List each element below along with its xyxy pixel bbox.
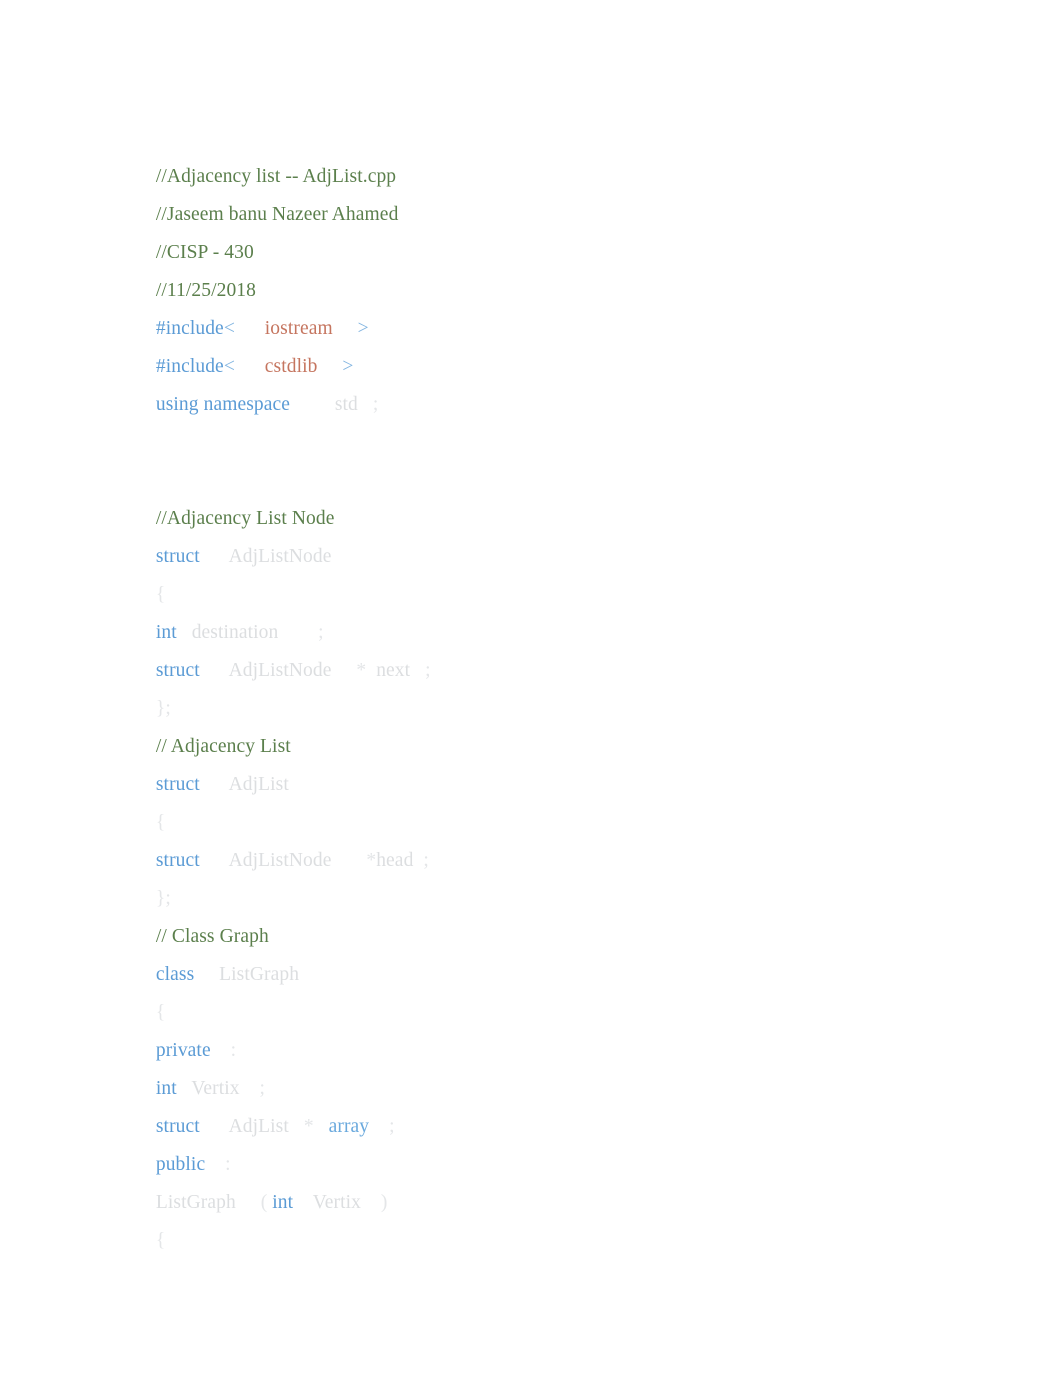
keyword-struct: struct	[155, 1116, 200, 1137]
code-line-int-destination: int destination ;	[126, 576, 986, 643]
code-line-comment-title: //Adjacency list -- AdjList.cpp	[126, 120, 986, 187]
angle-open: <	[223, 318, 235, 339]
type-name: AdjListNode	[228, 546, 332, 567]
pointer-star: *	[366, 850, 377, 871]
code-line-struct-head-pointer: struct AdjListNode *head ;	[126, 804, 986, 871]
brace-open: {	[155, 1002, 166, 1023]
keyword-private: private	[155, 1040, 211, 1061]
keyword-struct: struct	[155, 660, 200, 681]
keyword-struct: struct	[155, 774, 200, 795]
document-page: //Adjacency list -- AdjList.cpp //Jaseem…	[0, 0, 1062, 1377]
keyword-int: int	[155, 622, 177, 643]
semicolon: ;	[259, 1078, 266, 1099]
semicolon: ;	[372, 394, 379, 415]
brace-open: {	[155, 584, 166, 605]
header-name: cstdlib	[264, 356, 318, 377]
comment-text: // Adjacency List	[155, 736, 291, 757]
preprocessor-directive: #include	[155, 318, 224, 339]
member-array: array	[328, 1116, 370, 1137]
preprocessor-directive: #include	[155, 356, 224, 377]
member-head: head	[376, 850, 414, 871]
keyword-struct: struct	[155, 546, 200, 567]
angle-close: >	[357, 318, 369, 339]
code-line-comment-adjlistnode: //Adjacency List Node	[126, 462, 986, 529]
semicolon: ;	[389, 1116, 395, 1137]
code-listing: //Adjacency list -- AdjList.cpp //Jaseem…	[126, 120, 986, 1251]
pointer-star: *	[303, 1116, 314, 1137]
code-line-comment-adjlist: // Adjacency List	[126, 690, 986, 757]
comment-text: //11/25/2018	[155, 280, 257, 301]
paren-close: )	[380, 1192, 388, 1213]
keyword-using-namespace: using namespace	[155, 394, 291, 415]
keyword-struct: struct	[155, 850, 200, 871]
type-name: AdjListNode	[228, 660, 332, 681]
type-name: ListGraph	[219, 964, 300, 985]
code-line-private-label: private :	[126, 994, 986, 1061]
brace-close: };	[155, 698, 171, 719]
comment-text: //CISP - 430	[155, 242, 254, 263]
type-name: AdjList	[228, 774, 289, 795]
code-line-constructor-signature: ListGraph ( int Vertix )	[126, 1146, 986, 1213]
pointer-star: *	[356, 660, 367, 681]
keyword-class: class	[155, 964, 195, 985]
angle-close: >	[342, 356, 354, 377]
colon: :	[225, 1154, 231, 1175]
keyword-int: int	[272, 1192, 294, 1213]
header-name: iostream	[264, 318, 333, 339]
colon: :	[230, 1040, 237, 1061]
semicolon: ;	[423, 850, 429, 871]
comment-text: //Adjacency list -- AdjList.cpp	[155, 166, 397, 187]
code-line-int-vertix: int Vertix ;	[126, 1032, 986, 1099]
type-name: AdjList	[228, 1116, 289, 1137]
brace-close: };	[155, 888, 171, 909]
keyword-public: public	[155, 1154, 206, 1175]
member-vertix: Vertix	[191, 1078, 240, 1099]
comment-text: // Class Graph	[155, 926, 269, 947]
brace-open: {	[155, 812, 166, 833]
comment-text: //Jaseem banu Nazeer Ahamed	[155, 204, 399, 225]
semicolon: ;	[425, 660, 431, 681]
code-line-comment-date: //11/25/2018	[126, 234, 986, 301]
angle-open: <	[223, 356, 235, 377]
param-vertix: Vertix	[312, 1192, 361, 1213]
brace-open: {	[155, 1230, 166, 1251]
type-name: AdjListNode	[228, 850, 332, 871]
keyword-int: int	[155, 1078, 177, 1099]
semicolon: ;	[318, 622, 324, 643]
member-destination: destination	[191, 622, 279, 643]
constructor-name: ListGraph	[155, 1192, 236, 1213]
identifier-std: std	[334, 394, 358, 415]
member-next: next	[376, 660, 411, 681]
code-line-comment-classgraph: // Class Graph	[126, 880, 986, 947]
comment-text: //Adjacency List Node	[155, 508, 335, 529]
